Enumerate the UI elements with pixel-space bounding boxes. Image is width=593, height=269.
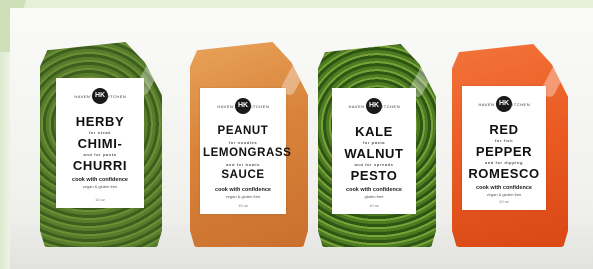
product-note: for pasta [362, 140, 386, 145]
tagline: cook with confidence [346, 187, 402, 193]
label-kale-pesto: HAVEN'S HK KITCHEN KALE for pasta WALNUT… [332, 88, 416, 214]
product-name-line: HERBY [75, 114, 125, 129]
label-chimichurri: HAVEN'S HK KITCHEN HERBY for steak CHIMI… [56, 78, 144, 208]
product-note: and for dipping [484, 160, 524, 165]
product-name-line: ROMESCO [468, 166, 540, 181]
diet-note: gluten free [364, 194, 384, 199]
diet-note: vegan & gluten free [82, 184, 118, 189]
tagline: cook with confidence [215, 187, 271, 193]
brand-row: HAVEN'S HK KITCHEN [200, 96, 286, 118]
brand-row: HAVEN'S HK KITCHEN [56, 86, 144, 108]
net-weight: 10 oz [499, 199, 509, 204]
product-name-line: SAUCE [221, 169, 265, 181]
diet-note: vegan & gluten free [486, 192, 522, 197]
brand-right-text: KITCHEN [105, 94, 127, 99]
product-note: for fish [494, 138, 514, 143]
label-peanut-lemongrass: HAVEN'S HK KITCHEN PEANUT for noodles LE… [200, 88, 292, 214]
product-name-line: WALNUT [344, 146, 404, 161]
brand-right-text: KITCHEN [509, 102, 531, 107]
product-note: and for bowls [226, 162, 260, 167]
frame-top-border [0, 0, 593, 8]
label-romesco: HAVEN'S HK KITCHEN RED for fish PEPPER a… [462, 86, 546, 210]
product-name: PEANUT for noodles LEMONGRASS and for bo… [200, 124, 292, 183]
product-name: KALE for pasta WALNUT and for spreads PE… [332, 124, 416, 183]
tagline: cook with confidence [72, 177, 128, 183]
net-weight: 10 oz [369, 203, 379, 208]
brand-row: HAVEN'S HK KITCHEN [332, 96, 416, 118]
product-note: and for pasta [83, 152, 117, 157]
product-name-line: PEPPER [475, 144, 533, 159]
product-name-line: PEANUT [217, 125, 269, 137]
brand-right-text: KITCHEN [248, 104, 270, 109]
product-note: for steak [88, 130, 112, 135]
tagline: cook with confidence [476, 185, 532, 191]
net-weight: 10 oz [95, 197, 105, 202]
product-photo: HAVEN'S HK KITCHEN HERBY for steak CHIMI… [10, 8, 593, 269]
product-note: for noodles [228, 140, 258, 145]
product-name-line: LEMONGRASS [203, 147, 292, 159]
diet-note: vegan & gluten free [225, 194, 261, 199]
product-name-line: RED [489, 122, 519, 137]
product-name: RED for fish PEPPER and for dipping ROME… [462, 122, 546, 181]
product-note: and for spreads [354, 162, 394, 167]
product-name-line: CHIMI- [77, 136, 123, 151]
brand-row: HAVEN'S HK KITCHEN [462, 94, 546, 116]
product-name-line: CHURRI [72, 158, 128, 173]
product-name-line: KALE [355, 124, 393, 139]
product-name-line: PESTO [350, 168, 398, 183]
brand-right-text: KITCHEN [379, 104, 401, 109]
net-weight: 10 oz [238, 203, 248, 208]
product-name: HERBY for steak CHIMI- and for pasta CHU… [56, 114, 144, 173]
